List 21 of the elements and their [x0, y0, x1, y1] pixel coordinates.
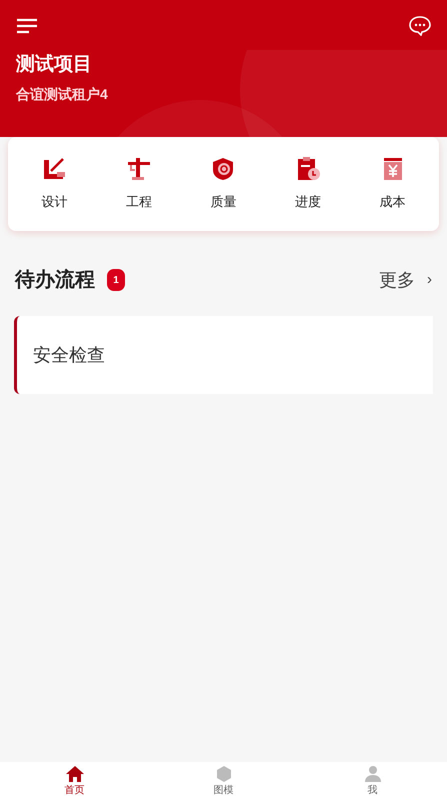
- crane-icon: [126, 156, 152, 182]
- tab-item[interactable]: 图模: [149, 762, 298, 800]
- module-button[interactable]: 工程: [104, 156, 174, 212]
- count-badge: 1: [107, 269, 125, 291]
- more-link[interactable]: 更多 ›: [379, 266, 432, 294]
- tab-item[interactable]: 首页: [0, 762, 149, 800]
- module-button[interactable]: 成本: [358, 156, 428, 212]
- clipboard-clock-icon: [295, 156, 322, 182]
- person-icon: [364, 764, 382, 782]
- module-button[interactable]: 进度: [273, 156, 344, 212]
- project-title: 测试项目: [16, 53, 93, 77]
- home-icon: [64, 764, 84, 782]
- module-button[interactable]: 质量: [188, 156, 258, 212]
- tab-item[interactable]: 我: [298, 762, 447, 800]
- menu-icon[interactable]: [16, 18, 38, 34]
- chat-icon[interactable]: [409, 16, 431, 36]
- cube-icon: [214, 764, 232, 782]
- section-title: 待办流程: [15, 268, 95, 293]
- todo-item[interactable]: 安全检查: [14, 316, 433, 394]
- tenant-name: 合谊测试租户4: [16, 85, 109, 104]
- module-button[interactable]: 设计: [19, 156, 90, 212]
